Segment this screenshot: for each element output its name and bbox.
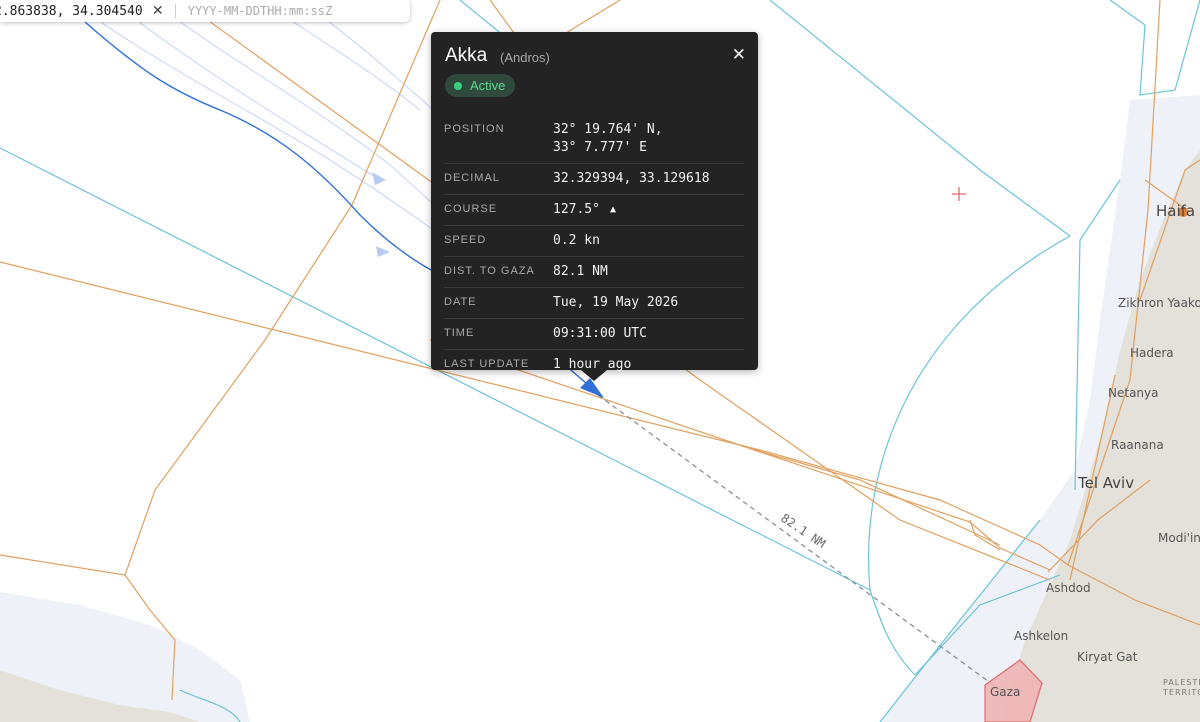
detail-row-position: POSITION 32° 19.764' N, 33° 7.777' E [444, 115, 744, 164]
detail-value: 0.2 kn [553, 233, 600, 248]
detail-value: 09:31:00 UTC [553, 326, 647, 341]
city-label-raanana: Raanana [1111, 438, 1164, 452]
track-arrow [372, 172, 386, 185]
datetime-input[interactable] [185, 3, 390, 19]
coordinate-input[interactable]: 2.863838, 34.304540 [0, 4, 143, 19]
city-label-zikhron: Zikhron Yaakov [1118, 296, 1200, 310]
detail-label: COURSE [444, 203, 498, 215]
city-label-tel-aviv: Tel Aviv [1078, 474, 1135, 492]
territory-label: PALESTI TERRITO [1163, 678, 1200, 697]
status-badge: Active [445, 74, 516, 97]
vessel-popup: Akka (Andros) ✕ Active POSITION 32° 19.7… [431, 32, 758, 372]
detail-row-speed: SPEED 0.2 kn [444, 226, 744, 257]
city-label-ashkelon: Ashkelon [1014, 629, 1069, 643]
track-arrow [376, 246, 390, 257]
divider [174, 4, 176, 18]
triangle-up-icon: ▲ [609, 204, 616, 215]
detail-value: 82.1 NM [553, 264, 608, 279]
detail-value: 32.329394, 33.129618 [553, 171, 710, 186]
vessel-group: (Andros) [500, 50, 550, 65]
detail-row-distance: DIST. TO GAZA 82.1 NM [444, 257, 744, 288]
detail-label: DATE [444, 296, 477, 308]
detail-row-decimal: DECIMAL 32.329394, 33.129618 [444, 164, 744, 195]
detail-label: DIST. TO GAZA [444, 265, 535, 277]
status-label: Active [470, 78, 506, 93]
city-label-ashdod: Ashdod [1046, 581, 1091, 595]
detail-row-course: COURSE 127.5° ▲ [444, 195, 744, 226]
close-icon[interactable]: ✕ [732, 46, 746, 64]
distance-line [597, 394, 1001, 691]
coordinate-search-bar: 2.863838, 34.304540 ✕ [0, 0, 410, 22]
detail-value: 32° 19.764' N, 33° 7.777' E [553, 122, 663, 155]
detail-row-time: TIME 09:31:00 UTC [444, 319, 744, 350]
vessel-details: POSITION 32° 19.764' N, 33° 7.777' E DEC… [444, 115, 744, 380]
detail-label: DECIMAL [444, 172, 500, 184]
city-label-hadera: Hadera [1130, 346, 1174, 360]
status-dot-icon [454, 81, 462, 90]
detail-row-date: DATE Tue, 19 May 2026 [444, 288, 744, 319]
detail-label: POSITION [444, 123, 505, 135]
detail-value: Tue, 19 May 2026 [553, 295, 679, 310]
vessel-name: Akka [445, 45, 488, 66]
close-icon[interactable]: ✕ [151, 3, 165, 19]
city-label-modiin: Modi'in [1158, 531, 1200, 545]
crosshair-icon[interactable] [952, 187, 966, 201]
detail-value: 127.5° ▲ [553, 202, 616, 217]
city-label-netanya: Netanya [1108, 386, 1159, 400]
city-label-gaza: Gaza [990, 685, 1021, 699]
detail-label: LAST UPDATE [444, 358, 530, 370]
city-label-haifa: Haifa [1156, 202, 1196, 220]
popup-pointer [581, 370, 607, 381]
detail-label: TIME [444, 327, 475, 339]
detail-label: SPEED [444, 234, 487, 246]
city-label-kiryat-gat: Kiryat Gat [1077, 650, 1138, 664]
